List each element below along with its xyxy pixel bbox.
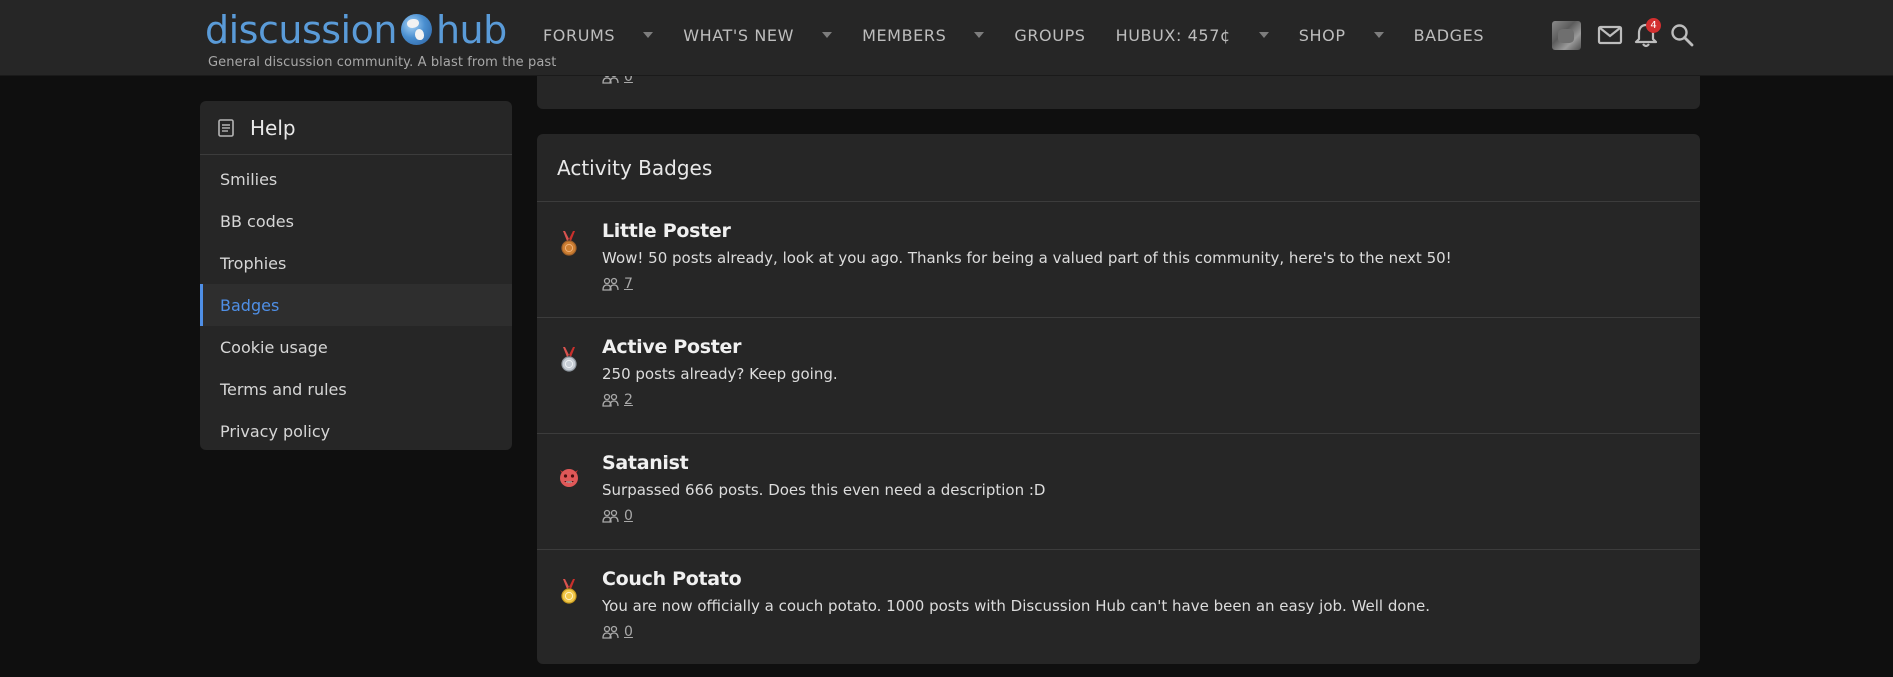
badge-row: Couch Potato You are now officially a co… (537, 550, 1700, 664)
badge-description: Surpassed 666 posts. Does this even need… (602, 481, 1046, 499)
panel-title: Activity Badges (537, 134, 1700, 202)
sidebar-item-cookie-usage[interactable]: Cookie usage (200, 326, 512, 368)
nav-forums[interactable]: FORUMS (528, 0, 668, 70)
sidebar-item-badges[interactable]: Badges (200, 284, 512, 326)
nav-shop[interactable]: SHOP (1284, 0, 1399, 70)
sidebar-item-trophies[interactable]: Trophies (200, 242, 512, 284)
badge-row: Little Poster Wow! 50 posts already, loo… (537, 202, 1700, 318)
badge-holders-count[interactable]: 0 (602, 508, 633, 524)
chevron-down-icon[interactable] (1373, 32, 1384, 38)
users-icon (602, 277, 619, 291)
badge-holders-count[interactable]: 7 (602, 276, 633, 292)
chevron-down-icon[interactable] (974, 32, 985, 38)
sidebar-header: Help (200, 101, 512, 155)
users-icon (602, 625, 619, 639)
envelope-icon[interactable] (1595, 20, 1625, 50)
sidebar-item-privacy-policy[interactable]: Privacy policy (200, 410, 512, 450)
sidebar-item-bb-codes[interactable]: BB codes (200, 200, 512, 242)
chevron-down-icon[interactable] (1258, 32, 1269, 38)
nav-hubux[interactable]: HUBUX: 457¢ (1101, 0, 1284, 70)
nav-label: WHAT'S NEW (683, 25, 795, 45)
chevron-down-icon[interactable] (643, 32, 654, 38)
nav-groups[interactable]: GROUPS (999, 0, 1100, 70)
logo-text: discussion hub (205, 8, 507, 52)
badge-row: Satanist Surpassed 666 posts. Does this … (537, 434, 1700, 550)
badge-description: 250 posts already? Keep going. (602, 365, 838, 383)
badge-name[interactable]: Little Poster (602, 220, 731, 242)
site-tagline: General discussion community. A blast fr… (208, 55, 557, 70)
site-header: discussion hub General discussion communi… (0, 0, 1893, 76)
sidebar-item-terms-and-rules[interactable]: Terms and rules (200, 368, 512, 410)
main-nav: FORUMS WHAT'S NEW MEMBERS GROUPS HUBUX: … (528, 0, 1499, 70)
nav-label: MEMBERS (862, 25, 947, 45)
nav-badges[interactable]: BADGES (1399, 0, 1500, 70)
badge-holders-count[interactable]: 0 (602, 624, 633, 640)
site-logo[interactable]: discussion hub General discussion communi… (205, 8, 556, 70)
nav-label: FORUMS (543, 25, 616, 45)
bell-icon[interactable]: 4 (1631, 18, 1661, 50)
nav-label: SHOP (1298, 25, 1346, 45)
notification-count-badge: 4 (1646, 18, 1661, 33)
sidebar-item-smilies[interactable]: Smilies (200, 158, 512, 200)
badge-name[interactable]: Satanist (602, 452, 689, 474)
nav-whats-new[interactable]: WHAT'S NEW (668, 0, 847, 70)
search-icon[interactable] (1667, 20, 1697, 50)
bronze-medal-icon (561, 231, 577, 256)
badge-description: You are now officially a couch potato. 1… (602, 597, 1431, 615)
badge-holders-count[interactable]: 2 (602, 392, 633, 408)
chevron-down-icon[interactable] (822, 32, 833, 38)
nav-label: GROUPS (1014, 25, 1086, 45)
activity-badges-panel: Activity Badges Little Poster Wow! 50 po… (537, 134, 1700, 664)
globe-icon (400, 14, 432, 45)
logo-word-1: discussion (205, 8, 397, 52)
users-icon (602, 509, 619, 523)
nav-members[interactable]: MEMBERS (847, 0, 999, 70)
avatar[interactable] (1552, 20, 1581, 50)
badge-holders-number[interactable]: 0 (624, 624, 633, 640)
badge-holders-number[interactable]: 2 (624, 392, 633, 408)
logo-word-2: hub (435, 8, 507, 52)
gold-medal-icon (561, 579, 577, 604)
badge-holders-number[interactable]: 7 (624, 276, 633, 292)
devil-face-icon (560, 469, 578, 487)
badge-row: Active Poster 250 posts already? Keep go… (537, 318, 1700, 434)
help-sidebar: Help Smilies BB codes Trophies Badges Co… (200, 101, 512, 450)
badge-holders-number[interactable]: 0 (624, 508, 633, 524)
sidebar-title: Help (250, 115, 296, 140)
badge-description: Wow! 50 posts already, look at you ago. … (602, 249, 1452, 267)
badge-name[interactable]: Active Poster (602, 336, 741, 358)
nav-label: BADGES (1413, 25, 1485, 45)
header-user-icons: 4 (1552, 18, 1697, 52)
silver-medal-icon (561, 347, 577, 372)
nav-label: HUBUX: 457¢ (1115, 25, 1231, 45)
sidebar-menu: Smilies BB codes Trophies Badges Cookie … (200, 155, 512, 450)
document-icon (218, 118, 234, 137)
users-icon (602, 393, 619, 407)
badge-name[interactable]: Couch Potato (602, 568, 742, 590)
